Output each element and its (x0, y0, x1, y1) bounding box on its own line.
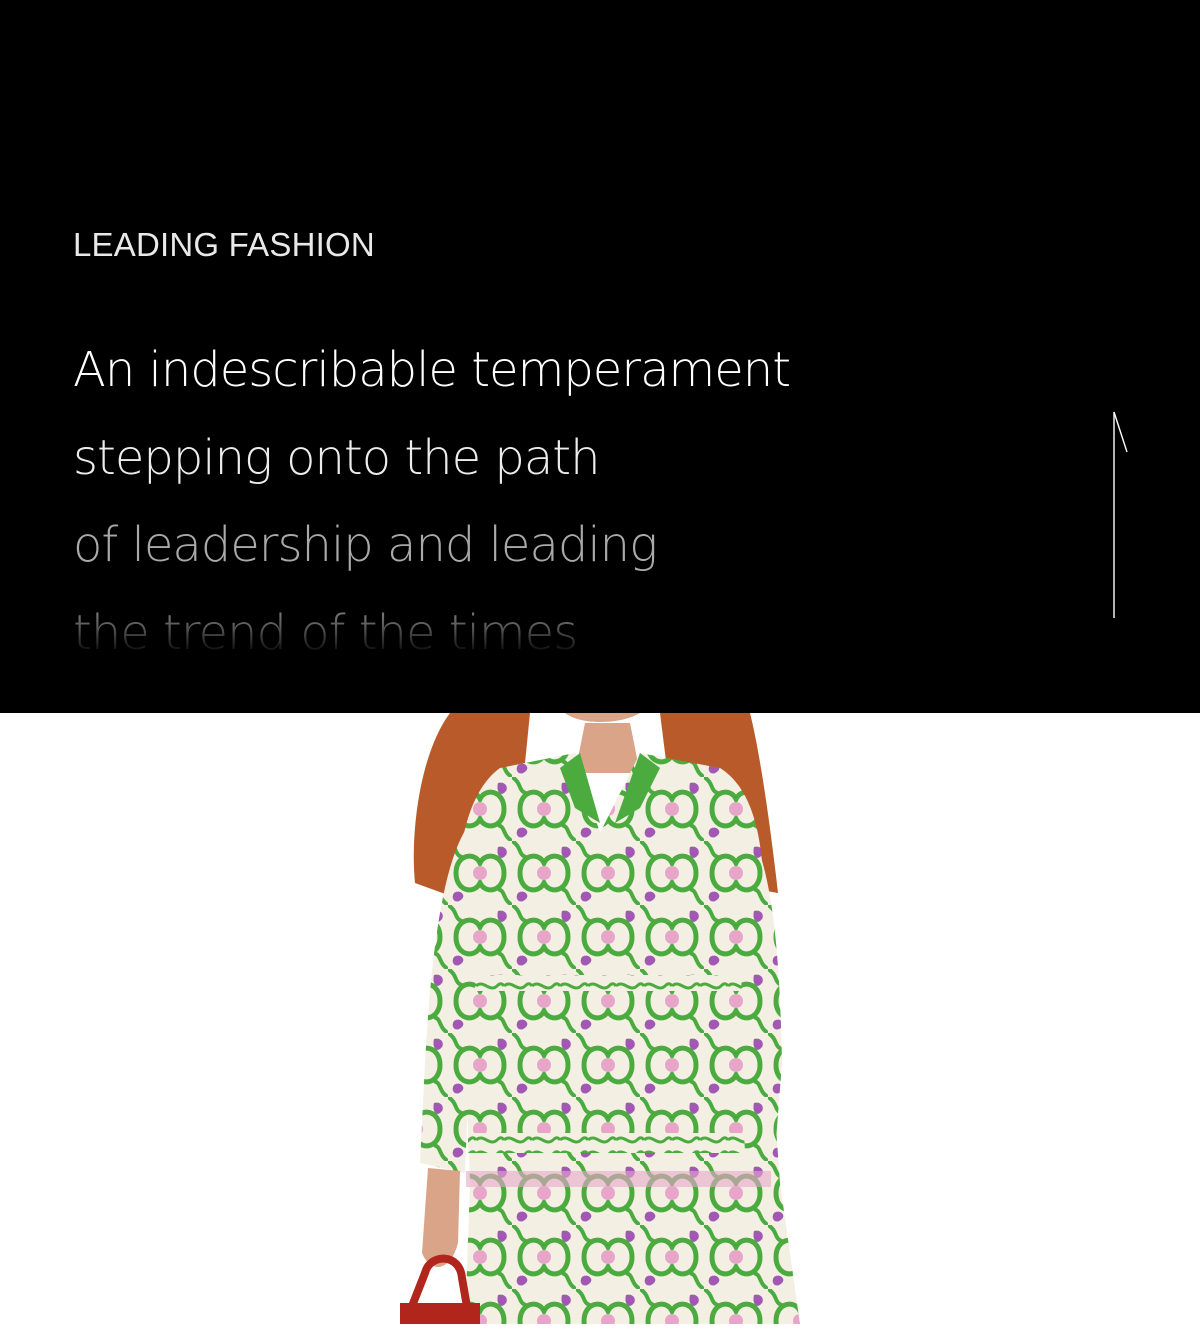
model-illustration (399, 713, 800, 1328)
headline-line-4: the trend of the times (73, 605, 578, 656)
hero-banner: LEADING FASHION An indescribable tempera… (0, 0, 1200, 713)
headline-line-3: of leadership and leading (73, 517, 658, 573)
up-arrow-line-icon[interactable] (1108, 410, 1132, 620)
headline-line-1: An indescribable temperament (73, 342, 791, 398)
model-photo (0, 713, 1200, 1328)
bag-body (400, 1303, 480, 1328)
headline-line-2: stepping onto the path (73, 430, 601, 486)
chin (565, 713, 640, 722)
left-hand (422, 1168, 460, 1267)
eyebrow-label: LEADING FASHION (73, 226, 375, 263)
headline-line-4-container: the trend of the times (73, 600, 713, 656)
right-sleeve (740, 823, 782, 1153)
